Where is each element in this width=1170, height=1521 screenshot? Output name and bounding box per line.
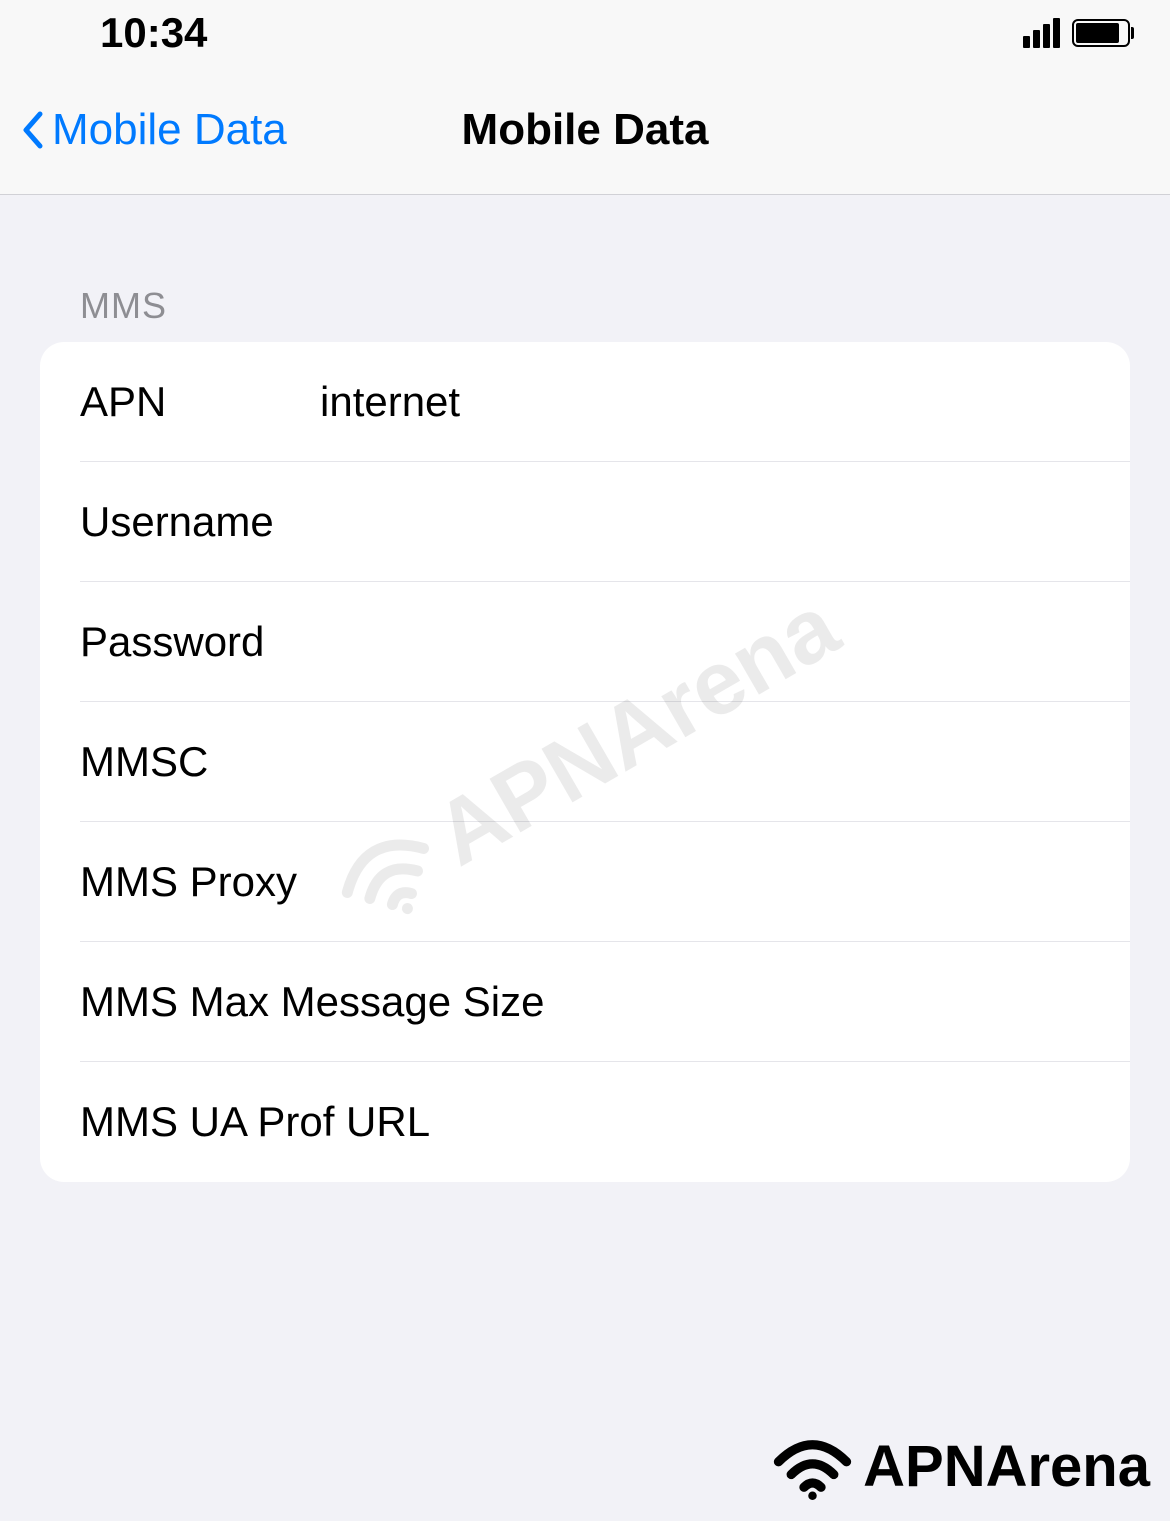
mmsc-input[interactable] (320, 738, 1090, 786)
password-input[interactable] (320, 618, 1090, 666)
username-label: Username (80, 498, 320, 546)
username-input[interactable] (320, 498, 1090, 546)
mms-max-size-row[interactable]: MMS Max Message Size (40, 942, 1130, 1062)
status-time: 10:34 (100, 9, 207, 57)
password-row[interactable]: Password (40, 582, 1130, 702)
mms-proxy-row[interactable]: MMS Proxy (40, 822, 1130, 942)
apn-label: APN (80, 378, 320, 426)
navigation-bar: Mobile Data Mobile Data (0, 65, 1170, 195)
footer-logo: APNArena (770, 1431, 1150, 1501)
back-button[interactable]: Mobile Data (20, 105, 287, 155)
status-bar: 10:34 (0, 0, 1170, 65)
wifi-icon (770, 1431, 855, 1501)
cellular-signal-icon (1023, 18, 1060, 48)
password-label: Password (80, 618, 320, 666)
back-label: Mobile Data (52, 105, 287, 155)
mmsc-row[interactable]: MMSC (40, 702, 1130, 822)
apn-input[interactable] (320, 378, 1090, 426)
mms-settings-group: APN Username Password MMSC MMS Proxy MMS… (40, 342, 1130, 1182)
mms-proxy-label: MMS Proxy (80, 858, 297, 906)
username-row[interactable]: Username (40, 462, 1130, 582)
status-indicators (1023, 18, 1130, 48)
mms-ua-prof-input[interactable] (430, 1098, 1090, 1146)
mms-max-size-input[interactable] (544, 978, 1090, 1026)
page-title: Mobile Data (462, 105, 709, 155)
mms-ua-prof-row[interactable]: MMS UA Prof URL (40, 1062, 1130, 1182)
section-header-mms: MMS (0, 195, 1170, 342)
mms-ua-prof-label: MMS UA Prof URL (80, 1098, 430, 1146)
mms-proxy-input[interactable] (297, 858, 1090, 906)
battery-icon (1072, 19, 1130, 47)
apn-row[interactable]: APN (40, 342, 1130, 462)
chevron-back-icon (20, 110, 44, 150)
mms-max-size-label: MMS Max Message Size (80, 978, 544, 1026)
mmsc-label: MMSC (80, 738, 320, 786)
